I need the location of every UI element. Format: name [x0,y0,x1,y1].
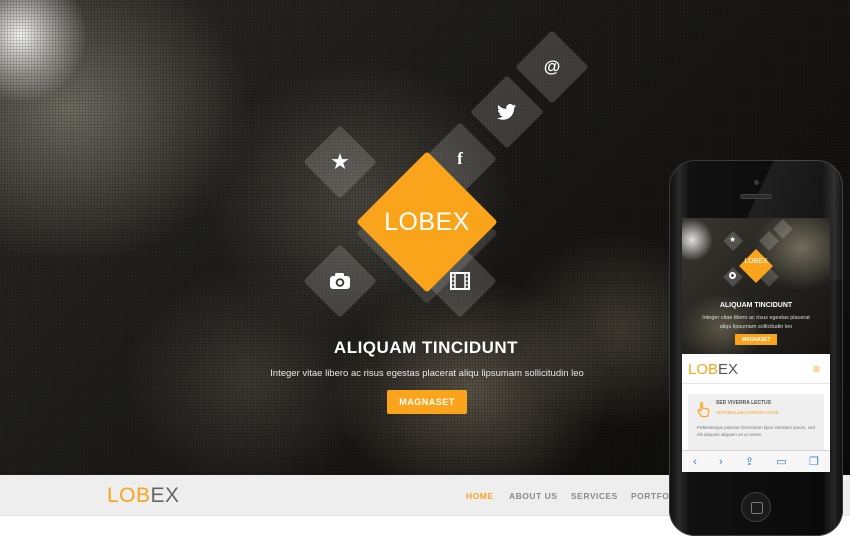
forward-icon[interactable]: › [719,456,723,468]
nav-logo-part1: LOB [107,484,151,507]
phone-logo-part2: EX [718,361,739,378]
phone-star-icon: ★ [729,235,737,244]
safari-toolbar: ‹ › ⇪ ▭ ❐ [682,450,830,472]
phone-hero-title: ALIQUAM TINCIDUNT [719,302,793,309]
phone-nav-logo[interactable]: LOBEX [688,361,738,378]
phone-screen: ★ LOBEX ALIQUAM TINCIDUNT Integer vitae … [682,218,830,472]
phone-hero-subtitle: Integer vitae libero ac risus egestas pl… [702,315,810,330]
phone-speaker [740,194,772,199]
tabs-icon[interactable]: ❐ [809,455,819,468]
page: ★ f @ LOBEX ALIQUAM TINCIDUNT Integer vi… [0,0,850,540]
star-icon: ★ [331,151,349,173]
phone-hero-logo: LOBEX [744,258,768,265]
phone-camera [754,180,759,185]
hero-logo: LOBEX [384,207,470,236]
nav-link-home[interactable]: HOME [466,491,494,501]
nav-link-about[interactable]: ABOUT US [509,491,557,501]
phone-home-button[interactable] [741,492,771,522]
camera-svg [330,273,350,289]
share-icon[interactable]: ⇪ [745,455,754,468]
phone-mockup: ★ LOBEX ALIQUAM TINCIDUNT Integer vitae … [669,160,843,536]
facebook-icon: f [457,149,463,168]
film-icon [434,255,486,307]
phone-tile [773,219,793,239]
phone-tile [759,231,779,251]
nav-logo[interactable]: LOBEX [107,484,180,508]
pointing-hand-icon [697,401,711,420]
pinterest-icon: @ [543,57,561,76]
nav-logo-part2: EX [150,484,180,507]
back-icon[interactable]: ‹ [693,456,697,468]
camera-icon [314,255,366,307]
twitter-bird-svg [497,104,516,120]
phone-camera-icon [729,272,736,279]
phone-content: SED VIVERRA LECTUS VESTIBULUM VIVERRA AN… [682,384,830,454]
hamburger-menu-icon[interactable]: ≡ [813,362,820,376]
phone-hero: ★ LOBEX ALIQUAM TINCIDUNT Integer vitae … [682,218,830,354]
phone-card-text: Pellentesque pulvinar fermentum lipus in… [697,425,816,437]
phone-card-title: SED VIVERRA LECTUS [716,400,772,406]
hand-svg [697,401,710,418]
phone-navbar: LOBEX ≡ [682,354,830,384]
phone-logo-part1: LOB [688,361,719,378]
magnaset-button[interactable]: MAGNASET [387,390,467,414]
phone-feature-card: SED VIVERRA LECTUS VESTIBULUM VIVERRA AN… [688,394,824,454]
film-svg [450,272,470,290]
phone-card-subtitle: VESTIBULUM VIVERRA ANTE [716,410,779,415]
phone-magnaset-button[interactable]: MAGNASET [735,334,777,345]
twitter-icon [481,86,533,138]
nav-link-services[interactable]: SERVICES [571,491,618,501]
bookmarks-icon[interactable]: ▭ [776,455,786,468]
